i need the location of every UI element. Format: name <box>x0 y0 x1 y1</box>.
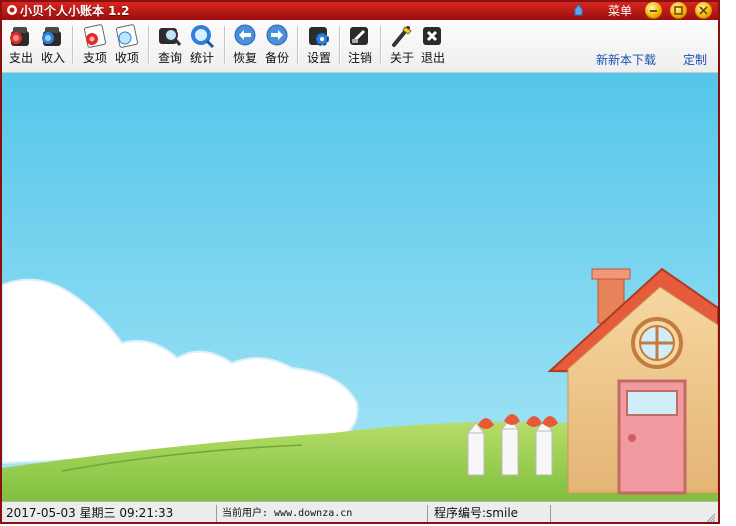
logout-button[interactable]: 注销 <box>344 23 376 67</box>
toolbar-label: 支项 <box>82 51 107 65</box>
settings-icon <box>309 27 329 46</box>
minimize-button[interactable] <box>645 2 662 19</box>
status-datetime: 2017-05-03 星期三 09:21:33 <box>6 506 174 520</box>
expense-button[interactable]: 支出 <box>5 23 37 67</box>
income-button[interactable]: 收入 <box>37 23 69 67</box>
maximize-icon <box>674 6 683 15</box>
background-illustration <box>2 73 718 501</box>
toolbar-separator <box>339 26 341 64</box>
status-divider <box>427 505 428 522</box>
query-button[interactable]: 查询 <box>154 23 186 67</box>
status-current-user: 当前用户: www.downza.cn <box>222 508 353 519</box>
settings-button[interactable]: 设置 <box>303 23 335 67</box>
toolbar-separator <box>72 26 74 64</box>
toolbar-label: 退出 <box>420 51 445 65</box>
toolbar-label: 支出 <box>8 51 33 65</box>
toolbar-label: 注销 <box>347 51 372 65</box>
expense-item-icon <box>83 24 107 48</box>
minimize-icon <box>650 10 657 12</box>
expense-item-button[interactable]: 支项 <box>79 23 111 67</box>
status-divider <box>216 505 217 522</box>
customize-link[interactable]: 定制 <box>683 53 707 67</box>
statistics-button[interactable]: 统计 <box>186 23 218 67</box>
close-button[interactable] <box>695 2 712 19</box>
about-icon <box>392 26 412 47</box>
toolbar-label: 收项 <box>114 51 139 65</box>
toolbar-separator <box>380 26 382 64</box>
toolbar-separator <box>297 26 299 64</box>
toolbar-label: 备份 <box>264 51 289 65</box>
title-bar[interactable]: 小贝个人小账本 1.2 菜单 <box>2 2 718 20</box>
backup-icon <box>266 24 288 46</box>
app-window: 小贝个人小账本 1.2 菜单 支出 收入 支项 收项 查询 统计 恢复 备份 设… <box>0 0 720 524</box>
income-icon <box>42 27 61 46</box>
menu-button[interactable]: 菜单 <box>608 3 632 19</box>
expense-icon <box>10 27 29 46</box>
resize-grip-icon[interactable] <box>706 513 716 523</box>
download-new-version-link[interactable]: 新新本下载 <box>596 53 656 67</box>
income-item-icon <box>115 24 139 48</box>
toolbar-label: 恢复 <box>232 51 257 65</box>
restore-icon <box>234 24 256 46</box>
maximize-button[interactable] <box>670 2 687 19</box>
restore-button[interactable]: 恢复 <box>229 23 261 67</box>
exit-icon <box>423 27 441 45</box>
toolbar: 支出 收入 支项 收项 查询 统计 恢复 备份 设置 注销 关于 退出 新新本下… <box>2 20 718 73</box>
query-icon <box>159 28 182 46</box>
status-divider <box>550 505 551 522</box>
window-title: 小贝个人小账本 1.2 <box>20 4 130 18</box>
exit-button[interactable]: 退出 <box>417 23 449 67</box>
logout-icon <box>350 27 368 45</box>
toolbar-label: 设置 <box>306 51 331 65</box>
about-button[interactable]: 关于 <box>386 23 418 67</box>
close-icon <box>699 6 708 15</box>
statistics-icon <box>191 25 215 49</box>
toolbar-label: 统计 <box>189 51 214 65</box>
toolbar-label: 查询 <box>157 51 182 65</box>
toolbar-label: 收入 <box>40 51 65 65</box>
landscape-illustration <box>2 73 718 501</box>
toolbar-separator <box>148 26 150 64</box>
status-program-id: 程序编号:smile <box>434 506 519 520</box>
app-logo-icon <box>7 5 17 15</box>
toolbar-label: 关于 <box>389 51 414 65</box>
backup-button[interactable]: 备份 <box>261 23 293 67</box>
menu-icon[interactable] <box>572 4 585 17</box>
toolbar-separator <box>224 26 226 64</box>
income-item-button[interactable]: 收项 <box>111 23 143 67</box>
status-bar: 2017-05-03 星期三 09:21:33 当前用户: www.downza… <box>2 501 718 523</box>
